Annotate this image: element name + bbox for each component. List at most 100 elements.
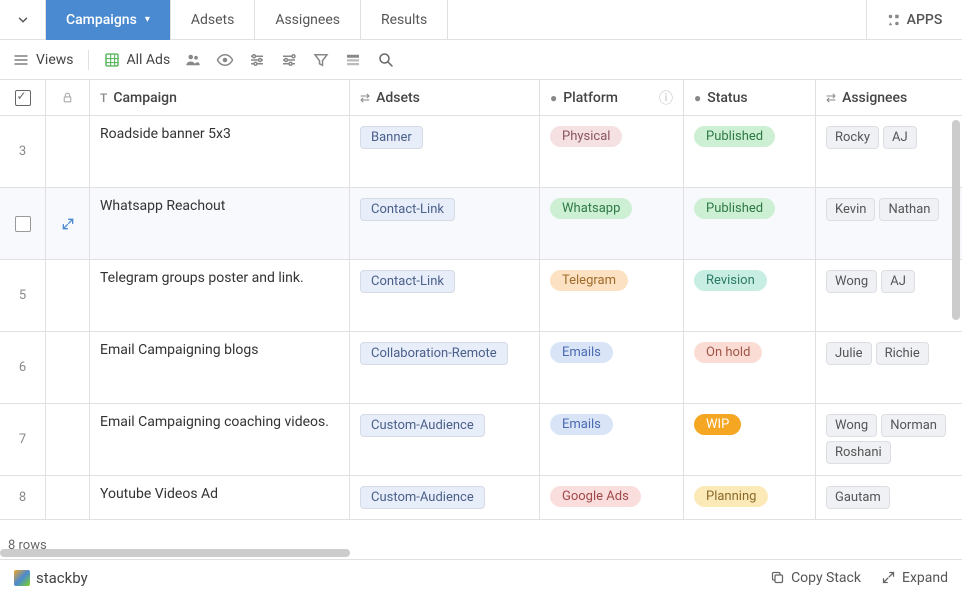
header-status[interactable]: ●Status xyxy=(684,80,816,115)
row-index-cell[interactable]: 5 xyxy=(0,260,46,331)
filter-sliders-icon[interactable] xyxy=(248,51,266,69)
adsets-cell[interactable]: Banner xyxy=(350,116,540,187)
campaign-cell[interactable]: Telegram groups poster and link. xyxy=(90,260,350,331)
status-cell[interactable]: WIP xyxy=(684,404,816,475)
brand[interactable]: stackby xyxy=(14,569,88,587)
assignee-tag[interactable]: Wong xyxy=(826,270,877,293)
row-index-cell[interactable]: 6 xyxy=(0,332,46,403)
status-cell[interactable]: Published xyxy=(684,116,816,187)
platform-cell[interactable]: Physical xyxy=(540,116,684,187)
platform-cell[interactable]: Emails xyxy=(540,404,684,475)
tab-campaigns[interactable]: Campaigns▾ xyxy=(46,0,171,40)
platform-cell[interactable]: Google Ads xyxy=(540,476,684,519)
row-checkbox[interactable] xyxy=(15,216,31,232)
adsets-cell[interactable]: Contact-Link xyxy=(350,260,540,331)
views-button[interactable]: Views xyxy=(12,51,74,69)
assignees-cell[interactable]: JulieRichie xyxy=(816,332,961,403)
copy-stack-button[interactable]: Copy Stack xyxy=(770,570,861,586)
header-adsets[interactable]: ⇄Adsets xyxy=(350,80,540,115)
table-header: TCampaign ⇄Adsets ●Platformⓘ ●Status ⇄As… xyxy=(0,80,962,116)
status-cell[interactable]: Published xyxy=(684,188,816,259)
assignees-cell[interactable]: KevinNathan xyxy=(816,188,961,259)
table-row[interactable]: 8 Youtube Videos Ad Custom-Audience Google … xyxy=(0,476,962,520)
row-index-cell[interactable]: 3 xyxy=(0,116,46,187)
status-cell[interactable]: Planning xyxy=(684,476,816,519)
campaign-cell[interactable]: Roadside banner 5x3 xyxy=(90,116,350,187)
adset-tag[interactable]: Contact-Link xyxy=(360,270,455,293)
header-campaign[interactable]: TCampaign xyxy=(90,80,350,115)
campaign-cell[interactable]: Whatsapp Reachout xyxy=(90,188,350,259)
assignee-tag[interactable]: Gautam xyxy=(826,486,890,509)
adsets-cell[interactable]: Custom-Audience xyxy=(350,476,540,519)
search-icon[interactable] xyxy=(376,50,396,70)
campaign-cell[interactable]: Email Campaigning coaching videos. xyxy=(90,404,350,475)
assignee-tag[interactable]: Richie xyxy=(876,342,929,365)
expand-button[interactable]: Expand xyxy=(881,570,948,586)
all-ads-view[interactable]: All Ads xyxy=(103,51,171,69)
assignees-cell[interactable]: RockyAJ xyxy=(816,116,961,187)
assignees-cell[interactable]: Gautam xyxy=(816,476,961,519)
h-scroll-thumb[interactable] xyxy=(0,549,350,557)
apps-button[interactable]: APPS xyxy=(866,0,962,40)
tab-assignees[interactable]: Assignees xyxy=(255,0,361,40)
table-row[interactable]: 3 Roadside banner 5x3 Banner PhysicalPublis… xyxy=(0,116,962,188)
adset-tag[interactable]: Contact-Link xyxy=(360,198,455,221)
tables-dropdown[interactable] xyxy=(0,0,46,40)
status-cell[interactable]: On hold xyxy=(684,332,816,403)
assignees-cell[interactable]: WongAJ xyxy=(816,260,961,331)
row-index-cell[interactable] xyxy=(0,188,46,259)
eye-icon[interactable] xyxy=(216,51,234,69)
adsets-cell[interactable]: Contact-Link xyxy=(350,188,540,259)
platform-cell[interactable]: Emails xyxy=(540,332,684,403)
row-index-cell[interactable]: 7 xyxy=(0,404,46,475)
row-expand-cell xyxy=(46,116,90,187)
assignee-tag[interactable]: Kevin xyxy=(826,198,875,221)
table: TCampaign ⇄Adsets ●Platformⓘ ●Status ⇄As… xyxy=(0,80,962,550)
group-icon[interactable] xyxy=(280,51,298,69)
header-assignees[interactable]: ⇄Assignees xyxy=(816,80,961,115)
assignee-tag[interactable]: Rocky xyxy=(826,126,879,149)
table-row[interactable]: 7 Email Campaigning coaching videos. Custo… xyxy=(0,404,962,476)
tab-adsets[interactable]: Adsets xyxy=(171,0,255,40)
assignee-tag[interactable]: Julie xyxy=(826,342,872,365)
people-icon[interactable] xyxy=(184,51,202,69)
vertical-scrollbar-thumb[interactable] xyxy=(952,120,960,320)
assignee-tag[interactable]: AJ xyxy=(883,126,917,149)
table-body[interactable]: 3 Roadside banner 5x3 Banner PhysicalPublis… xyxy=(0,116,962,550)
toolbar: Views All Ads xyxy=(0,40,962,80)
campaign-cell[interactable]: Email Campaigning blogs xyxy=(90,332,350,403)
table-row[interactable]: Whatsapp Reachout Contact-Link WhatsappPub… xyxy=(0,188,962,260)
adsets-cell[interactable]: Collaboration-Remote xyxy=(350,332,540,403)
text-type-icon: T xyxy=(100,91,107,105)
adset-tag[interactable]: Banner xyxy=(360,126,423,149)
adsets-cell[interactable]: Custom-Audience xyxy=(350,404,540,475)
adset-tag[interactable]: Custom-Audience xyxy=(360,414,485,437)
row-height-icon[interactable] xyxy=(344,51,362,69)
assignee-tag[interactable]: AJ xyxy=(881,270,915,293)
assignee-tag[interactable]: Wong xyxy=(826,414,877,437)
assignees-cell[interactable]: WongNorman Roshani xyxy=(816,404,961,475)
row-number: 6 xyxy=(19,360,26,375)
adset-tag[interactable]: Collaboration-Remote xyxy=(360,342,508,365)
header-checkbox-cell[interactable] xyxy=(0,80,46,115)
table-row[interactable]: 5 Telegram groups poster and link. Contact… xyxy=(0,260,962,332)
status-cell[interactable]: Revision xyxy=(684,260,816,331)
row-index-cell[interactable]: 8 xyxy=(0,476,46,519)
tab-results[interactable]: Results xyxy=(361,0,448,40)
select-all-checkbox[interactable] xyxy=(15,90,31,106)
horizontal-scrollbar[interactable] xyxy=(0,549,950,559)
expand-row-icon[interactable] xyxy=(60,216,76,232)
assignee-tag[interactable]: Norman xyxy=(881,414,946,437)
assignee-tag[interactable]: Nathan xyxy=(879,198,939,221)
info-icon[interactable]: ⓘ xyxy=(659,88,673,108)
funnel-icon[interactable] xyxy=(312,51,330,69)
adset-tag[interactable]: Custom-Audience xyxy=(360,486,485,509)
header-platform[interactable]: ●Platformⓘ xyxy=(540,80,684,115)
platform-cell[interactable]: Whatsapp xyxy=(540,188,684,259)
apps-label: APPS xyxy=(907,12,943,28)
campaign-cell[interactable]: Youtube Videos Ad xyxy=(90,476,350,519)
assignee-tag[interactable]: Roshani xyxy=(826,441,891,464)
table-row[interactable]: 6 Email Campaigning blogs Collaboration-Re… xyxy=(0,332,962,404)
platform-cell[interactable]: Telegram xyxy=(540,260,684,331)
row-number: 3 xyxy=(19,144,26,159)
